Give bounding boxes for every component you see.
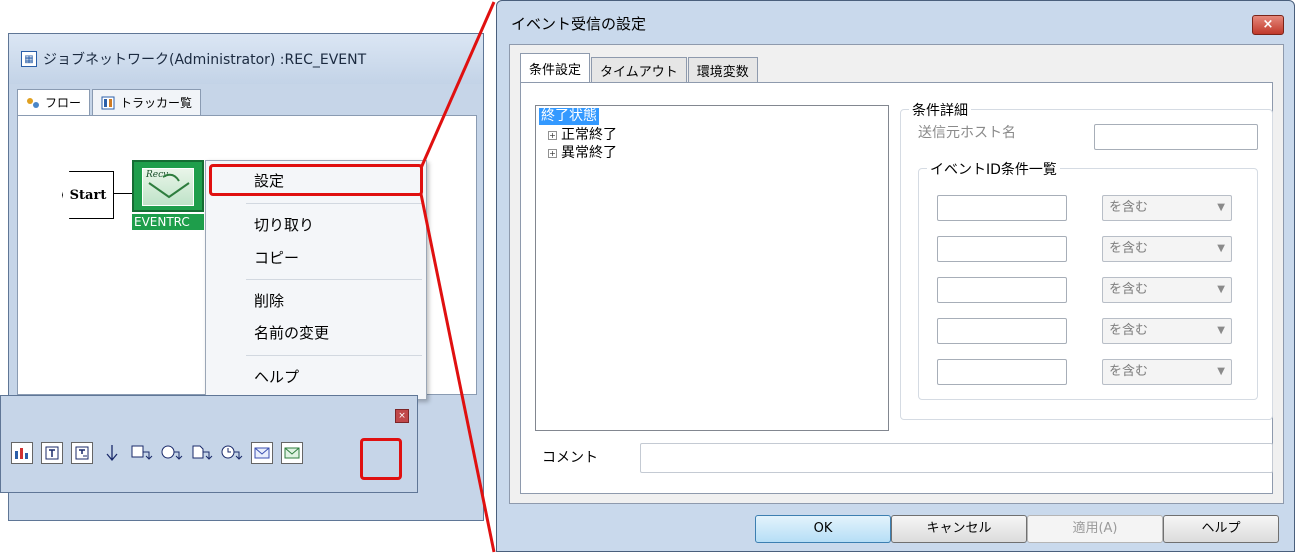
tree-root-end-status[interactable]: 終了状態	[539, 108, 599, 125]
condition-detail-group: 条件詳細 送信元ホスト名 イベントID条件一覧 を含む ▼ を含む ▼ を含む ▼ を…	[900, 100, 1273, 420]
ok-button[interactable]: OK	[755, 515, 891, 543]
end-status-tree[interactable]: 終了状態 + 正常終了 + 異常終了	[535, 105, 889, 431]
cancel-button[interactable]: キャンセル	[891, 515, 1027, 543]
comment-label: コメント	[542, 450, 598, 466]
event-id-condition-group: イベントID条件一覧 を含む ▼ を含む ▼ を含む ▼ を含む ▼ を含む ▼	[918, 159, 1258, 400]
condition-detail-label: 条件詳細	[909, 100, 971, 120]
event-id-match-select-3[interactable]: を含む ▼	[1102, 277, 1232, 303]
event-id-input-3[interactable]	[937, 277, 1067, 303]
tab-condition-settings[interactable]: 条件設定	[520, 53, 591, 83]
event-id-input-2[interactable]	[937, 236, 1067, 262]
select-value: を含む	[1109, 364, 1149, 379]
apply-button[interactable]: 適用(A)	[1027, 515, 1163, 543]
tree-node-label: 正常終了	[561, 127, 617, 143]
dialog-close-button[interactable]: ×	[1252, 15, 1284, 35]
tree-node-label: 異常終了	[561, 145, 617, 161]
tab-timeout[interactable]: タイムアウト	[591, 57, 687, 83]
tree-expand-icon[interactable]: +	[548, 131, 557, 140]
comment-input[interactable]	[640, 443, 1273, 473]
help-button[interactable]: ヘルプ	[1163, 515, 1279, 543]
select-value: を含む	[1109, 241, 1149, 256]
event-id-input-4[interactable]	[937, 318, 1067, 344]
select-value: を含む	[1109, 323, 1149, 338]
dialog-title: イベント受信の設定	[511, 15, 647, 33]
event-id-match-select-5[interactable]: を含む ▼	[1102, 359, 1232, 385]
chevron-down-icon: ▼	[1217, 325, 1225, 336]
source-host-label: 送信元ホスト名	[918, 125, 1016, 141]
chevron-down-icon: ▼	[1217, 202, 1225, 213]
chevron-down-icon: ▼	[1217, 243, 1225, 254]
tab-environment-variables[interactable]: 環境変数	[687, 57, 758, 83]
event-id-match-select-4[interactable]: を含む ▼	[1102, 318, 1232, 344]
event-receive-settings-dialog: イベント受信の設定 × 条件設定 タイムアウト 環境変数 終了状態 + 正常終了…	[496, 0, 1295, 552]
source-host-input[interactable]	[1094, 124, 1258, 150]
chevron-down-icon: ▼	[1217, 284, 1225, 295]
event-id-input-5[interactable]	[937, 359, 1067, 385]
dialog-tabs: 条件設定 タイムアウト 環境変数	[520, 53, 759, 83]
event-id-condition-label: イベントID条件一覧	[927, 159, 1060, 179]
tree-node-abnormal-end[interactable]: + 異常終了	[548, 145, 617, 162]
select-value: を含む	[1109, 200, 1149, 215]
select-value: を含む	[1109, 282, 1149, 297]
tree-node-normal-end[interactable]: + 正常終了	[548, 127, 617, 144]
event-id-match-select-1[interactable]: を含む ▼	[1102, 195, 1232, 221]
dialog-body: 条件設定 タイムアウト 環境変数 終了状態 + 正常終了 + 異常終了 条件詳細…	[509, 44, 1284, 504]
event-id-input-1[interactable]	[937, 195, 1067, 221]
event-id-match-select-2[interactable]: を含む ▼	[1102, 236, 1232, 262]
tree-expand-icon[interactable]: +	[548, 149, 557, 158]
chevron-down-icon: ▼	[1217, 366, 1225, 377]
